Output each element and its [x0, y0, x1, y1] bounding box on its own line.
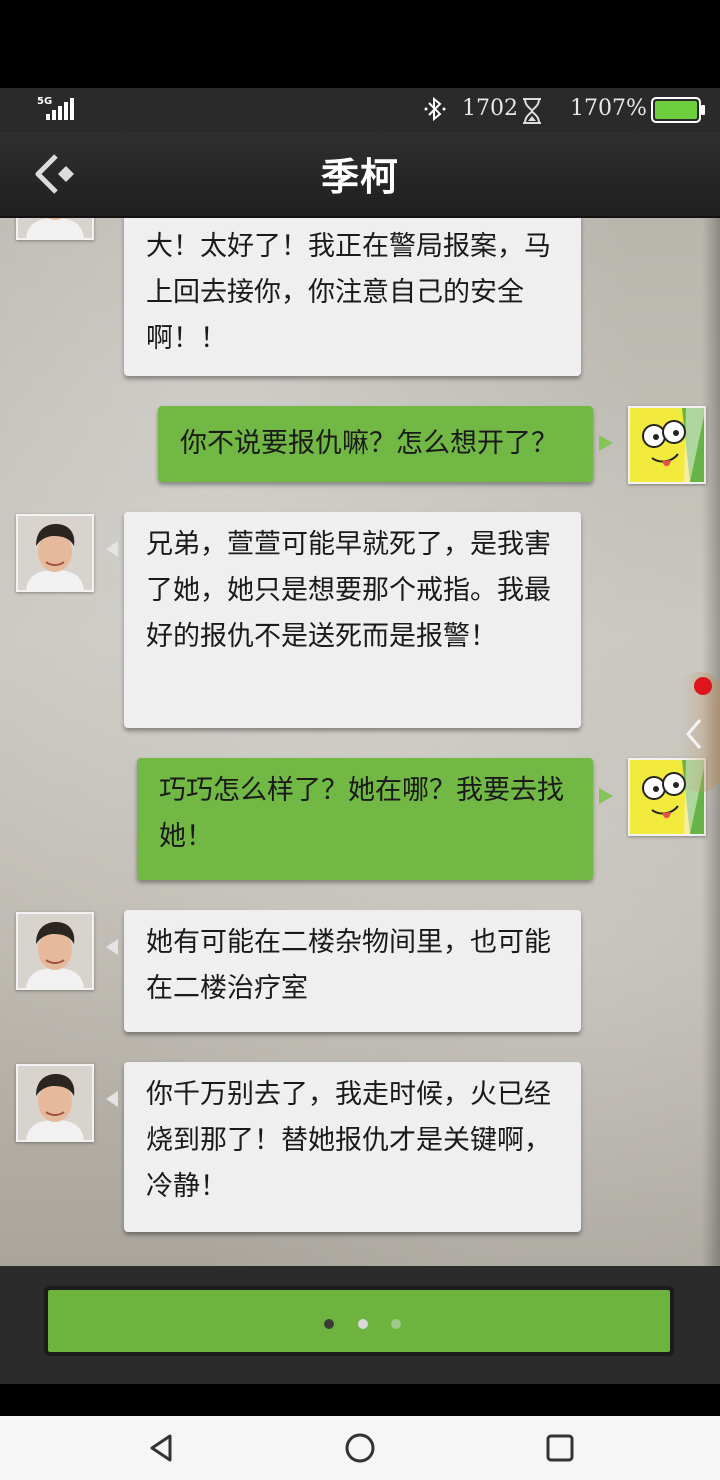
bubble-tail [599, 435, 613, 451]
notification-dot [694, 677, 712, 695]
bubble-tail [106, 541, 118, 557]
message-text: 巧巧怎么样了？她在哪？我要去找她！ [159, 775, 564, 852]
hourglass-icon [520, 97, 544, 129]
contact-avatar[interactable] [16, 1064, 94, 1142]
message-bubble: 大！太好了！我正在警局报案，马上回去接你，你注意自己的安全啊！！ [124, 218, 581, 376]
typing-dot [324, 1319, 334, 1329]
title-bar: 季柯 [0, 132, 720, 218]
message-text: 大！太好了！我正在警局报案，马上回去接你，你注意自己的安全啊！！ [146, 231, 551, 354]
status-value-1: 1702 [462, 96, 518, 121]
battery-icon [651, 97, 707, 127]
network-label: 5G [37, 96, 53, 107]
typing-dot [391, 1319, 401, 1329]
message-bubble: 你不说要报仇嘛？怎么想开了？ [158, 406, 593, 482]
contact-avatar[interactable] [16, 514, 94, 592]
message-bubble: 巧巧怎么样了？她在哪？我要去找她！ [137, 758, 593, 880]
contact-avatar[interactable] [16, 218, 94, 240]
top-black-area [0, 0, 720, 88]
bottom-black-strip [0, 1384, 720, 1416]
page-title: 季柯 [320, 154, 399, 199]
nav-home-icon[interactable] [342, 1430, 378, 1466]
bluetooth-icon [424, 96, 446, 128]
typing-dot [358, 1319, 368, 1329]
reply-button[interactable] [44, 1286, 674, 1356]
signal-icon: 5G [36, 96, 80, 124]
message-text: 兄弟，萱萱可能早就死了，是我害了她，她只是想要那个戒指。我最好的报仇不是送死而是… [146, 529, 551, 652]
chat-area[interactable]: 大！太好了！我正在警局报案，马上回去接你，你注意自己的安全啊！！ 你不说要报仇嘛… [0, 218, 720, 1266]
system-nav-bar [0, 1416, 720, 1480]
nav-back-icon[interactable] [144, 1430, 180, 1466]
nav-recents-icon[interactable] [542, 1430, 578, 1466]
message-text: 她有可能在二楼杂物间里，也可能在二楼治疗室 [146, 927, 551, 1004]
bottom-input-area [0, 1266, 720, 1384]
bubble-tail [106, 939, 118, 955]
bubble-tail [599, 788, 613, 804]
message-bubble: 你千万别去了，我走时候，火已经烧到那了！替她报仇才是关键啊，冷静！ [124, 1062, 581, 1232]
bubble-tail [106, 1091, 118, 1107]
message-bubble: 她有可能在二楼杂物间里，也可能在二楼治疗室 [124, 910, 581, 1032]
status-value-2: 1707% [570, 96, 647, 121]
status-bar: 5G 1702 1707% [0, 88, 720, 132]
user-avatar[interactable] [628, 406, 706, 484]
message-text: 你不说要报仇嘛？怎么想开了？ [180, 428, 558, 459]
message-text: 你千万别去了，我走时候，火已经烧到那了！替她报仇才是关键啊，冷静！ [146, 1079, 551, 1202]
contact-avatar[interactable] [16, 912, 94, 990]
message-bubble: 兄弟，萱萱可能早就死了，是我害了她，她只是想要那个戒指。我最好的报仇不是送死而是… [124, 512, 581, 728]
